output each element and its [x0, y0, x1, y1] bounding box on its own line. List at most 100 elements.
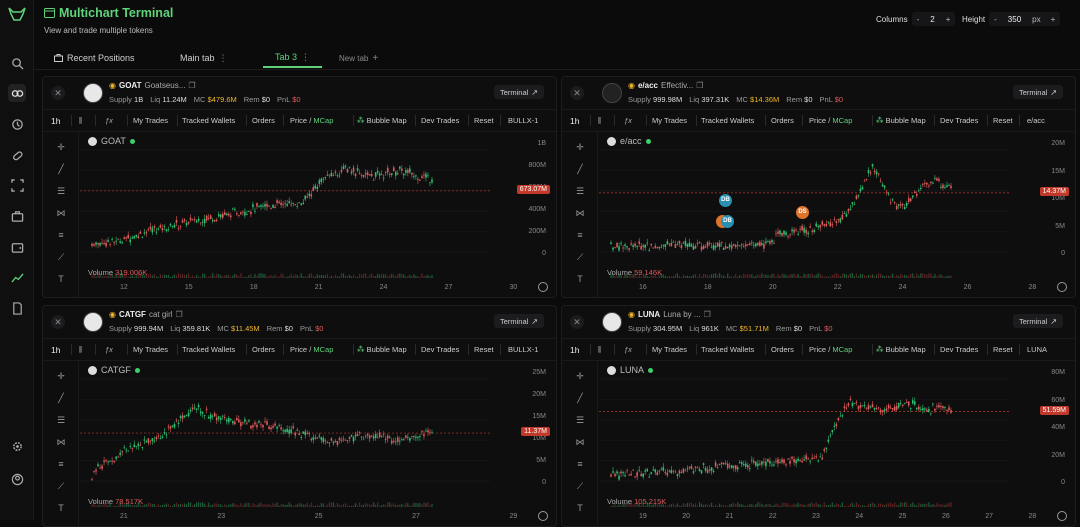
height-increment[interactable]: + — [1046, 15, 1061, 24]
dev-trades-button[interactable]: Dev Trades — [940, 345, 978, 354]
search-icon[interactable] — [8, 54, 26, 72]
columns-stepper[interactable]: - 2 + — [911, 12, 956, 26]
my-trades-button[interactable]: My Trades — [652, 345, 687, 354]
tracked-wallets-button[interactable]: Tracked Wallets — [182, 116, 235, 125]
history-icon[interactable] — [8, 115, 26, 133]
pattern-icon[interactable]: ⋈ — [574, 208, 586, 218]
price-chart[interactable]: CATGF Volume 78.517K 25M 20M 15M 10M 5M 0 21 23… — [80, 361, 556, 526]
candle-type-icon[interactable]: ⫼ — [598, 116, 601, 126]
dev-trades-button[interactable]: Dev Trades — [940, 116, 978, 125]
terminal-button[interactable]: Terminal ↗ — [493, 85, 544, 99]
trade-marker-db[interactable]: DB — [719, 194, 732, 207]
terminal-button[interactable]: Terminal ↗ — [493, 314, 544, 328]
trend-line-icon[interactable]: ╱ — [55, 393, 67, 403]
price-chart[interactable]: e/acc Volume 59.146K 20M 15M 10M 5M 0 16 18 20 2… — [599, 132, 1075, 297]
reset-button[interactable]: Reset — [993, 345, 1013, 354]
close-icon[interactable]: ✕ — [570, 86, 584, 100]
interval-selector[interactable]: 1h — [51, 345, 60, 355]
horizontal-lines-icon[interactable]: ☰ — [574, 186, 586, 196]
columns-decrement[interactable]: - — [912, 15, 925, 24]
pattern-icon[interactable]: ⋈ — [55, 437, 67, 447]
scan-icon[interactable] — [8, 176, 26, 194]
interval-selector[interactable]: 1h — [570, 345, 579, 355]
copy-icon[interactable]: ❐ — [188, 81, 195, 90]
interval-selector[interactable]: 1h — [570, 116, 579, 126]
tab-menu-icon[interactable]: ⋮ — [219, 53, 228, 64]
text-tool-icon[interactable]: T — [574, 274, 586, 284]
columns-increment[interactable]: + — [941, 15, 956, 24]
tracked-wallets-button[interactable]: Tracked Wallets — [701, 116, 754, 125]
tracked-wallets-button[interactable]: Tracked Wallets — [701, 345, 754, 354]
height-stepper[interactable]: - 350 px + — [989, 12, 1061, 26]
briefcase-icon[interactable] — [8, 207, 26, 225]
tab-3[interactable]: Tab 3 ⋮ — [263, 48, 323, 68]
my-trades-button[interactable]: My Trades — [652, 116, 687, 125]
tab-recent-positions[interactable]: Recent Positions — [54, 48, 135, 68]
close-icon[interactable]: ✕ — [51, 86, 65, 100]
chart-settings-icon[interactable] — [538, 282, 548, 292]
height-value[interactable]: 350 — [1002, 15, 1027, 24]
candlestick-plot[interactable] — [80, 132, 557, 298]
wallet-icon[interactable] — [8, 238, 26, 256]
orders-button[interactable]: Orders — [771, 345, 794, 354]
pattern-icon[interactable]: ⋈ — [574, 437, 586, 447]
text-tool-icon[interactable]: T — [574, 503, 586, 513]
fib-icon[interactable]: ≡ — [55, 459, 67, 469]
gear-icon[interactable] — [8, 437, 26, 455]
trend-line-icon[interactable]: ╱ — [55, 164, 67, 174]
terminal-button[interactable]: Terminal ↗ — [1012, 85, 1063, 99]
terminal-button[interactable]: Terminal ↗ — [1012, 314, 1063, 328]
reset-button[interactable]: Reset — [474, 345, 494, 354]
indicators-icon[interactable]: ƒx — [624, 345, 632, 354]
close-icon[interactable]: ✕ — [51, 315, 65, 329]
orders-button[interactable]: Orders — [771, 116, 794, 125]
trade-marker-db[interactable]: DB — [721, 215, 734, 228]
bubble-map-button[interactable]: ⁂ Bubble Map — [876, 116, 926, 125]
reset-button[interactable]: Reset — [993, 116, 1013, 125]
horizontal-lines-icon[interactable]: ☰ — [55, 186, 67, 196]
price-mcap-toggle[interactable]: Price / MCap — [290, 116, 333, 125]
candle-type-icon[interactable]: ⫼ — [598, 345, 601, 355]
tracked-wallets-button[interactable]: Tracked Wallets — [182, 345, 235, 354]
crosshair-icon[interactable]: ✛ — [574, 142, 586, 152]
link-icon[interactable] — [8, 84, 26, 102]
price-mcap-toggle[interactable]: Price / MCap — [290, 345, 333, 354]
brush-icon[interactable]: ⟋ — [55, 481, 67, 491]
horizontal-lines-icon[interactable]: ☰ — [574, 415, 586, 425]
interval-selector[interactable]: 1h — [51, 116, 60, 126]
dev-trades-button[interactable]: Dev Trades — [421, 345, 459, 354]
candlestick-plot[interactable] — [80, 361, 557, 527]
crosshair-icon[interactable]: ✛ — [55, 371, 67, 381]
price-mcap-toggle[interactable]: Price / MCap — [809, 116, 852, 125]
my-trades-button[interactable]: My Trades — [133, 116, 168, 125]
dev-trades-button[interactable]: Dev Trades — [421, 116, 459, 125]
fib-icon[interactable]: ≡ — [574, 230, 586, 240]
candlestick-plot[interactable] — [599, 361, 1076, 527]
copy-icon[interactable]: ❐ — [696, 81, 703, 90]
orders-button[interactable]: Orders — [252, 116, 275, 125]
crosshair-icon[interactable]: ✛ — [574, 371, 586, 381]
price-chart[interactable]: GOAT Volume 319.006K 1B800M600M400M200M0… — [80, 132, 556, 297]
price-chart[interactable]: LUNA Volume 105.215K 80M 60M 40M 20M 0 19 20 21… — [599, 361, 1075, 526]
text-tool-icon[interactable]: T — [55, 274, 67, 284]
my-trades-button[interactable]: My Trades — [133, 345, 168, 354]
crosshair-icon[interactable]: ✛ — [55, 142, 67, 152]
document-search-icon[interactable] — [8, 299, 26, 317]
height-decrement[interactable]: - — [989, 15, 1002, 24]
text-tool-icon[interactable]: T — [55, 503, 67, 513]
indicators-icon[interactable]: ƒx — [105, 345, 113, 354]
indicators-icon[interactable]: ƒx — [624, 116, 632, 125]
fib-icon[interactable]: ≡ — [574, 459, 586, 469]
chart-settings-icon[interactable] — [1057, 282, 1067, 292]
tab-main[interactable]: Main tab ⋮ — [180, 48, 228, 68]
candlestick-plot[interactable] — [599, 132, 1076, 298]
price-mcap-toggle[interactable]: Price / MCap — [809, 345, 852, 354]
brush-icon[interactable]: ⟋ — [574, 481, 586, 491]
tab-menu-icon[interactable]: ⋮ — [301, 52, 310, 63]
trend-line-icon[interactable]: ╱ — [574, 164, 586, 174]
close-icon[interactable]: ✕ — [570, 315, 584, 329]
brush-icon[interactable]: ⟋ — [55, 252, 67, 262]
chart-line-icon[interactable] — [8, 268, 26, 286]
fib-icon[interactable]: ≡ — [55, 230, 67, 240]
user-icon[interactable] — [8, 470, 26, 488]
